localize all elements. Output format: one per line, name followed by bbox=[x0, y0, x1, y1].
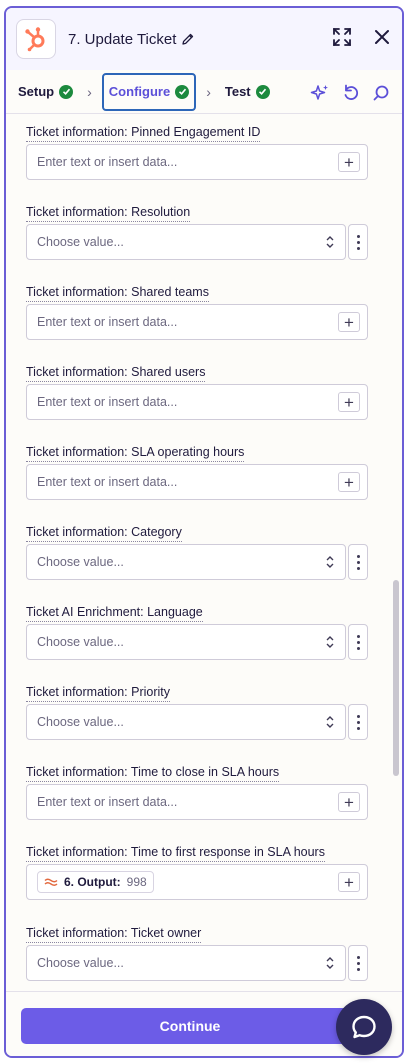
plus-icon: + bbox=[344, 472, 354, 492]
tab-test[interactable]: Test bbox=[221, 73, 274, 111]
plus-icon: + bbox=[344, 312, 354, 332]
data-pill[interactable]: 6. Output: 998 bbox=[37, 871, 154, 893]
select-dropdown[interactable]: Choose value... bbox=[26, 704, 346, 740]
field-label: Ticket information: SLA operating hours bbox=[26, 444, 245, 462]
plus-icon: + bbox=[344, 792, 354, 812]
chevron-right-icon: › bbox=[87, 83, 92, 100]
insert-data-button[interactable]: + bbox=[338, 472, 360, 492]
step-tabs: Setup › Configure › Test bbox=[6, 70, 402, 114]
field-pinned-engagement-id: Ticket information: Pinned Engagement ID… bbox=[26, 123, 368, 180]
updown-chevron-icon bbox=[326, 236, 334, 248]
insert-data-button[interactable]: + bbox=[338, 872, 360, 892]
select-dropdown[interactable]: Choose value... bbox=[26, 945, 346, 981]
more-options-button[interactable] bbox=[348, 224, 368, 260]
field-priority: Ticket information: Priority Choose valu… bbox=[26, 683, 368, 740]
search-icon[interactable] bbox=[372, 84, 390, 102]
pill-value: 998 bbox=[126, 875, 147, 889]
step-title-text: 7. Update Ticket bbox=[68, 30, 177, 48]
field-time-to-close: Ticket information: Time to close in SLA… bbox=[26, 763, 368, 820]
insert-data-button[interactable]: + bbox=[338, 152, 360, 172]
input-placeholder: Enter text or insert data... bbox=[37, 315, 178, 329]
field-label: Ticket information: Time to close in SLA… bbox=[26, 764, 280, 782]
text-input[interactable]: Enter text or insert data... + bbox=[26, 784, 368, 820]
more-options-button[interactable] bbox=[348, 945, 368, 981]
field-shared-users: Ticket information: Shared users Enter t… bbox=[26, 363, 368, 420]
select-placeholder: Choose value... bbox=[37, 235, 124, 249]
text-input[interactable]: 6. Output: 998 + bbox=[26, 864, 368, 900]
plus-icon: + bbox=[344, 152, 354, 172]
select-placeholder: Choose value... bbox=[37, 956, 124, 970]
step-title[interactable]: 7. Update Ticket bbox=[68, 31, 195, 48]
continue-button[interactable]: Continue bbox=[21, 1008, 359, 1044]
step-header: 7. Update Ticket bbox=[6, 8, 402, 70]
check-icon bbox=[59, 84, 74, 99]
field-category: Ticket information: Category Choose valu… bbox=[26, 523, 368, 580]
more-options-button[interactable] bbox=[348, 544, 368, 580]
more-options-button[interactable] bbox=[348, 704, 368, 740]
close-icon[interactable] bbox=[374, 29, 390, 45]
sparkle-icon[interactable] bbox=[310, 84, 330, 102]
input-placeholder: Enter text or insert data... bbox=[37, 795, 178, 809]
tab-setup-label: Setup bbox=[18, 84, 55, 99]
plus-icon: + bbox=[344, 872, 354, 892]
check-icon bbox=[255, 84, 270, 99]
field-time-to-first-response: Ticket information: Time to first respon… bbox=[26, 843, 368, 900]
pencil-icon[interactable] bbox=[181, 32, 195, 46]
field-label: Ticket information: Resolution bbox=[26, 204, 191, 222]
step-editor-panel: 7. Update Ticket Setup › Configure › Tes… bbox=[4, 6, 404, 1058]
tab-setup[interactable]: Setup bbox=[14, 73, 77, 111]
insert-data-button[interactable]: + bbox=[338, 392, 360, 412]
pill-step-name: 6. Output: bbox=[64, 875, 121, 889]
hubspot-logo bbox=[16, 19, 56, 59]
tab-test-label: Test bbox=[224, 84, 251, 99]
field-label: Ticket information: Shared teams bbox=[26, 284, 209, 302]
chevron-right-icon: › bbox=[206, 83, 211, 100]
select-placeholder: Choose value... bbox=[37, 555, 124, 569]
check-icon bbox=[175, 84, 190, 99]
select-dropdown[interactable]: Choose value... bbox=[26, 224, 346, 260]
undo-icon[interactable] bbox=[342, 84, 360, 102]
plus-icon: + bbox=[344, 392, 354, 412]
field-sla-operating-hours: Ticket information: SLA operating hours … bbox=[26, 443, 368, 500]
select-placeholder: Choose value... bbox=[37, 635, 124, 649]
text-input[interactable]: Enter text or insert data... + bbox=[26, 304, 368, 340]
chat-button[interactable] bbox=[336, 999, 392, 1055]
field-resolution: Ticket information: Resolution Choose va… bbox=[26, 203, 368, 260]
text-input[interactable]: Enter text or insert data... + bbox=[26, 384, 368, 420]
input-placeholder: Enter text or insert data... bbox=[37, 475, 178, 489]
input-placeholder: Enter text or insert data... bbox=[37, 395, 178, 409]
formatter-icon bbox=[44, 878, 58, 886]
field-label: Ticket information: Shared users bbox=[26, 364, 206, 382]
select-dropdown[interactable]: Choose value... bbox=[26, 624, 346, 660]
updown-chevron-icon bbox=[326, 556, 334, 568]
field-list: Ticket information: Pinned Engagement ID… bbox=[6, 115, 402, 991]
scrollbar-thumb[interactable] bbox=[393, 580, 399, 776]
input-placeholder: Enter text or insert data... bbox=[37, 155, 178, 169]
text-input[interactable]: Enter text or insert data... + bbox=[26, 464, 368, 500]
tab-configure-label: Configure bbox=[108, 84, 171, 99]
expand-icon[interactable] bbox=[332, 27, 352, 47]
field-shared-teams: Ticket information: Shared teams Enter t… bbox=[26, 283, 368, 340]
tab-configure[interactable]: Configure bbox=[101, 72, 197, 111]
select-placeholder: Choose value... bbox=[37, 715, 124, 729]
field-ticket-owner: Ticket information: Ticket owner Choose … bbox=[26, 924, 368, 981]
field-label: Ticket information: Ticket owner bbox=[26, 925, 202, 943]
field-label: Ticket AI Enrichment: Language bbox=[26, 604, 203, 622]
chat-bubble-icon bbox=[352, 1015, 376, 1039]
field-label: Ticket information: Priority bbox=[26, 684, 171, 702]
field-language: Ticket AI Enrichment: Language Choose va… bbox=[26, 603, 368, 660]
field-label: Ticket information: Category bbox=[26, 524, 182, 542]
insert-data-button[interactable]: + bbox=[338, 792, 360, 812]
text-input[interactable]: Enter text or insert data... + bbox=[26, 144, 368, 180]
field-label: Ticket information: Time to first respon… bbox=[26, 844, 325, 862]
updown-chevron-icon bbox=[326, 636, 334, 648]
more-options-button[interactable] bbox=[348, 624, 368, 660]
updown-chevron-icon bbox=[326, 957, 334, 969]
updown-chevron-icon bbox=[326, 716, 334, 728]
insert-data-button[interactable]: + bbox=[338, 312, 360, 332]
field-label: Ticket information: Pinned Engagement ID bbox=[26, 124, 261, 142]
select-dropdown[interactable]: Choose value... bbox=[26, 544, 346, 580]
